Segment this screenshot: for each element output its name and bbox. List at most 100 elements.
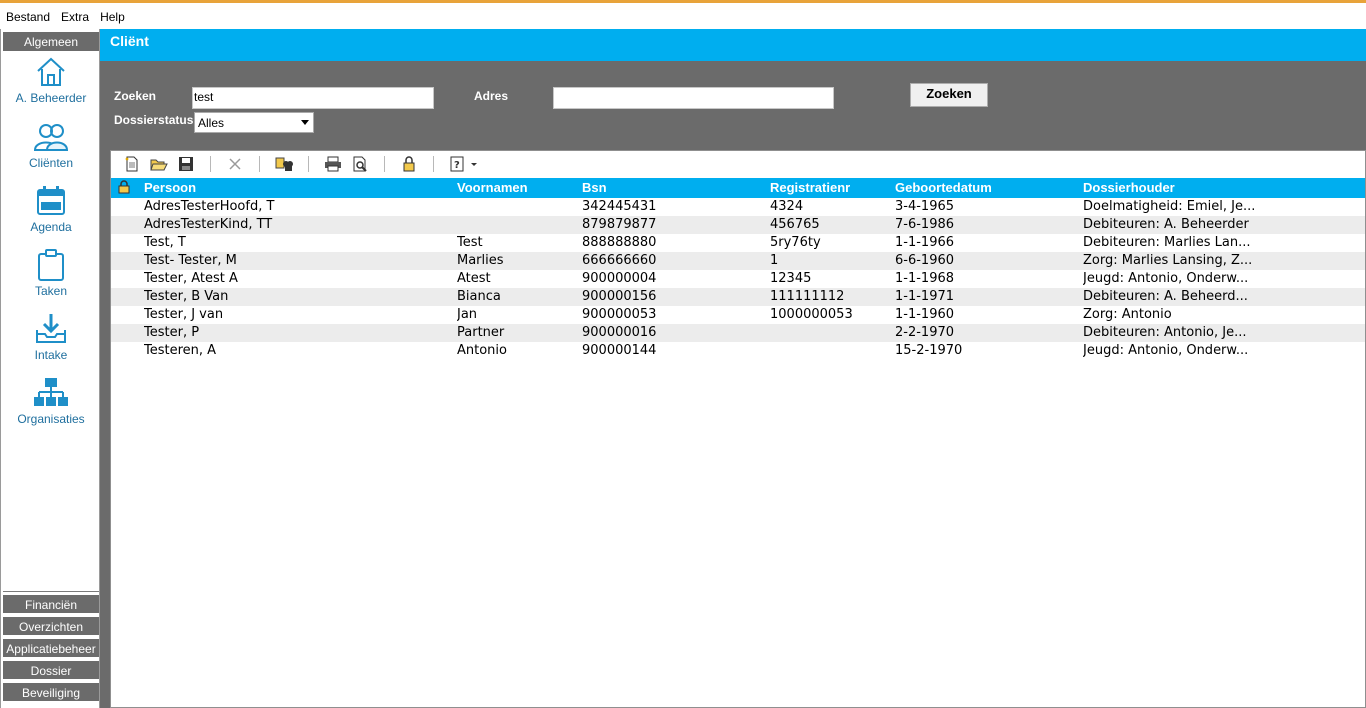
table-row[interactable]: Test, T Test 888888880 5ry76ty 1-1-1966 … bbox=[111, 234, 1365, 252]
zoeken-button[interactable]: Zoeken bbox=[910, 83, 988, 107]
save-button[interactable] bbox=[175, 154, 197, 174]
print-icon bbox=[325, 156, 341, 172]
zoeken-input[interactable]: test bbox=[192, 87, 434, 109]
cell-persoon: Test- Tester, M bbox=[144, 253, 237, 268]
clipboard-icon bbox=[38, 249, 64, 281]
table-row[interactable]: Tester, J van Jan 900000053 1000000053 1… bbox=[111, 306, 1365, 324]
table-row[interactable]: Test- Tester, M Marlies 666666660 1 6-6-… bbox=[111, 252, 1365, 270]
cell-dossierhouder: Debiteuren: Marlies Lan... bbox=[1083, 235, 1251, 250]
cell-geboortedatum: 3-4-1965 bbox=[895, 199, 955, 214]
cell-bsn: 666666660 bbox=[582, 253, 657, 268]
lock-icon bbox=[403, 156, 415, 172]
cell-persoon: Tester, J van bbox=[144, 307, 224, 322]
toolbar-separator bbox=[433, 156, 434, 172]
cell-bsn: 900000144 bbox=[582, 343, 657, 358]
column-header-dossierhouder[interactable]: Dossierhouder bbox=[1083, 180, 1265, 195]
sidebar-section-overzichten[interactable]: Overzichten bbox=[3, 615, 99, 635]
cell-geboortedatum: 6-6-1960 bbox=[895, 253, 955, 268]
cell-geboortedatum: 1-1-1960 bbox=[895, 307, 955, 322]
toolbar: ? bbox=[111, 151, 1365, 177]
cell-voornamen: Test bbox=[457, 235, 483, 250]
sidebar-section-financien[interactable]: Financiën bbox=[3, 593, 99, 613]
table-row[interactable]: AdresTesterHoofd, T 342445431 4324 3-4-1… bbox=[111, 198, 1365, 216]
sidebar-item-taken[interactable]: Taken bbox=[3, 248, 99, 308]
lock-button[interactable] bbox=[398, 154, 420, 174]
sidebar-item-clienten[interactable]: Cliënten bbox=[3, 120, 99, 180]
table-row[interactable]: Tester, B Van Bianca 900000156 111111112… bbox=[111, 288, 1365, 306]
save-icon bbox=[179, 157, 193, 171]
calendar-icon bbox=[37, 186, 65, 215]
column-header-registratienr[interactable]: Registratienr bbox=[770, 180, 890, 195]
cell-persoon: Tester, Atest A bbox=[144, 271, 238, 286]
cell-registratienr: 12345 bbox=[770, 271, 812, 286]
dossierstatus-select[interactable]: Alles bbox=[194, 112, 314, 133]
column-header-geboortedatum[interactable]: Geboortedatum bbox=[895, 180, 1075, 195]
menu-bestand[interactable]: Bestand bbox=[0, 6, 55, 28]
chevron-down-icon bbox=[301, 120, 309, 125]
cell-dossierhouder: Zorg: Antonio bbox=[1083, 307, 1172, 322]
table-row[interactable]: Testeren, A Antonio 900000144 15-2-1970 … bbox=[111, 342, 1365, 360]
cell-dossierhouder: Debiteuren: A. Beheerder bbox=[1083, 217, 1249, 232]
print-preview-icon bbox=[353, 156, 367, 172]
menu-extra[interactable]: Extra bbox=[55, 6, 94, 28]
sidebar-item-organisaties[interactable]: Organisaties bbox=[3, 376, 99, 436]
users-icon bbox=[33, 124, 69, 151]
column-header-bsn[interactable]: Bsn bbox=[582, 180, 762, 195]
cell-dossierhouder: Debiteuren: Antonio, Je... bbox=[1083, 325, 1247, 340]
cell-bsn: 888888880 bbox=[582, 235, 657, 250]
cell-persoon: AdresTesterKind, TT bbox=[144, 217, 273, 232]
adres-input[interactable] bbox=[553, 87, 834, 109]
table-row[interactable]: Tester, P Partner 900000016 2-2-1970 Deb… bbox=[111, 324, 1365, 342]
table-header: Persoon Voornamen Bsn Registratienr Gebo… bbox=[111, 178, 1365, 198]
table-row[interactable]: Tester, Atest A Atest 900000004 12345 1-… bbox=[111, 270, 1365, 288]
sidebar-divider bbox=[3, 591, 99, 592]
menu-bar: Bestand Extra Help bbox=[0, 6, 130, 28]
sidebar-section-algemeen[interactable]: Algemeen bbox=[3, 31, 99, 51]
cell-persoon: Testeren, A bbox=[144, 343, 217, 358]
sidebar-section-dossier[interactable]: Dossier bbox=[3, 659, 99, 679]
sidebar-item-label: Cliënten bbox=[28, 156, 74, 170]
cell-dossierhouder: Debiteuren: A. Beheerd... bbox=[1083, 289, 1248, 304]
cell-voornamen: Bianca bbox=[457, 289, 501, 304]
print-button[interactable] bbox=[322, 154, 344, 174]
sidebar-section-applicatiebeheer[interactable]: Applicatiebeheer bbox=[3, 637, 99, 657]
sidebar: Algemeen A. Beheerder Cliënten Agenda Ta… bbox=[0, 29, 100, 708]
results-panel: ? Persoon Voornamen Bsn Registratienr Ge… bbox=[110, 150, 1366, 708]
cell-registratienr: 1 bbox=[770, 253, 779, 268]
new-document-icon bbox=[125, 156, 138, 172]
main-panel: Cliënt Zoeken test Adres Zoeken Dossiers… bbox=[100, 29, 1366, 708]
cell-bsn: 342445431 bbox=[582, 199, 657, 214]
print-preview-button[interactable] bbox=[349, 154, 371, 174]
cell-bsn: 879879877 bbox=[582, 217, 657, 232]
sidebar-section-beveiliging[interactable]: Beveiliging bbox=[3, 681, 99, 701]
cell-geboortedatum: 1-1-1968 bbox=[895, 271, 955, 286]
cell-dossierhouder: Doelmatigheid: Emiel, Je... bbox=[1083, 199, 1256, 214]
cell-geboortedatum: 2-2-1970 bbox=[895, 325, 955, 340]
sidebar-item-agenda[interactable]: Agenda bbox=[3, 184, 99, 244]
cell-dossierhouder: Jeugd: Antonio, Onderw... bbox=[1083, 343, 1249, 358]
cell-voornamen: Antonio bbox=[457, 343, 507, 358]
menu-help[interactable]: Help bbox=[94, 6, 130, 28]
toolbar-separator bbox=[308, 156, 309, 172]
home-icon bbox=[37, 57, 65, 86]
cell-persoon: Test, T bbox=[144, 235, 186, 250]
toolbar-separator bbox=[210, 156, 211, 172]
column-header-persoon[interactable]: Persoon bbox=[144, 180, 444, 195]
adres-label: Adres bbox=[474, 89, 509, 103]
cell-registratienr: 1000000053 bbox=[770, 307, 853, 322]
sidebar-item-intake[interactable]: Intake bbox=[3, 312, 99, 372]
delete-button[interactable] bbox=[224, 154, 246, 174]
cell-persoon: Tester, P bbox=[144, 325, 200, 340]
application-window: Bestand Extra Help Algemeen A. Beheerder… bbox=[0, 0, 1366, 708]
find-button[interactable] bbox=[273, 154, 295, 174]
column-header-voornamen[interactable]: Voornamen bbox=[457, 180, 577, 195]
results-table: Persoon Voornamen Bsn Registratienr Gebo… bbox=[111, 178, 1365, 360]
sidebar-item-label: Taken bbox=[34, 284, 68, 298]
zoeken-label: Zoeken bbox=[114, 89, 157, 103]
table-row[interactable]: AdresTesterKind, TT 879879877 456765 7-6… bbox=[111, 216, 1365, 234]
sidebar-item-beheerder[interactable]: A. Beheerder bbox=[3, 55, 99, 115]
cell-geboortedatum: 15-2-1970 bbox=[895, 343, 963, 358]
new-button[interactable] bbox=[121, 154, 143, 174]
help-dropdown-button[interactable]: ? bbox=[447, 154, 481, 174]
open-button[interactable] bbox=[148, 154, 170, 174]
